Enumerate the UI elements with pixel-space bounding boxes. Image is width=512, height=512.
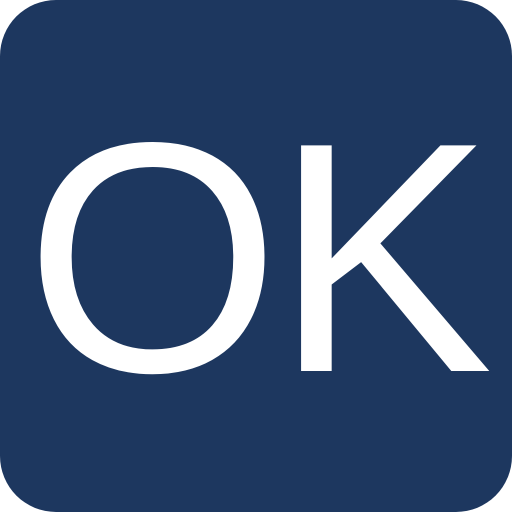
ok-button-label: OK xyxy=(25,74,493,441)
ok-button[interactable]: OK xyxy=(0,0,512,512)
